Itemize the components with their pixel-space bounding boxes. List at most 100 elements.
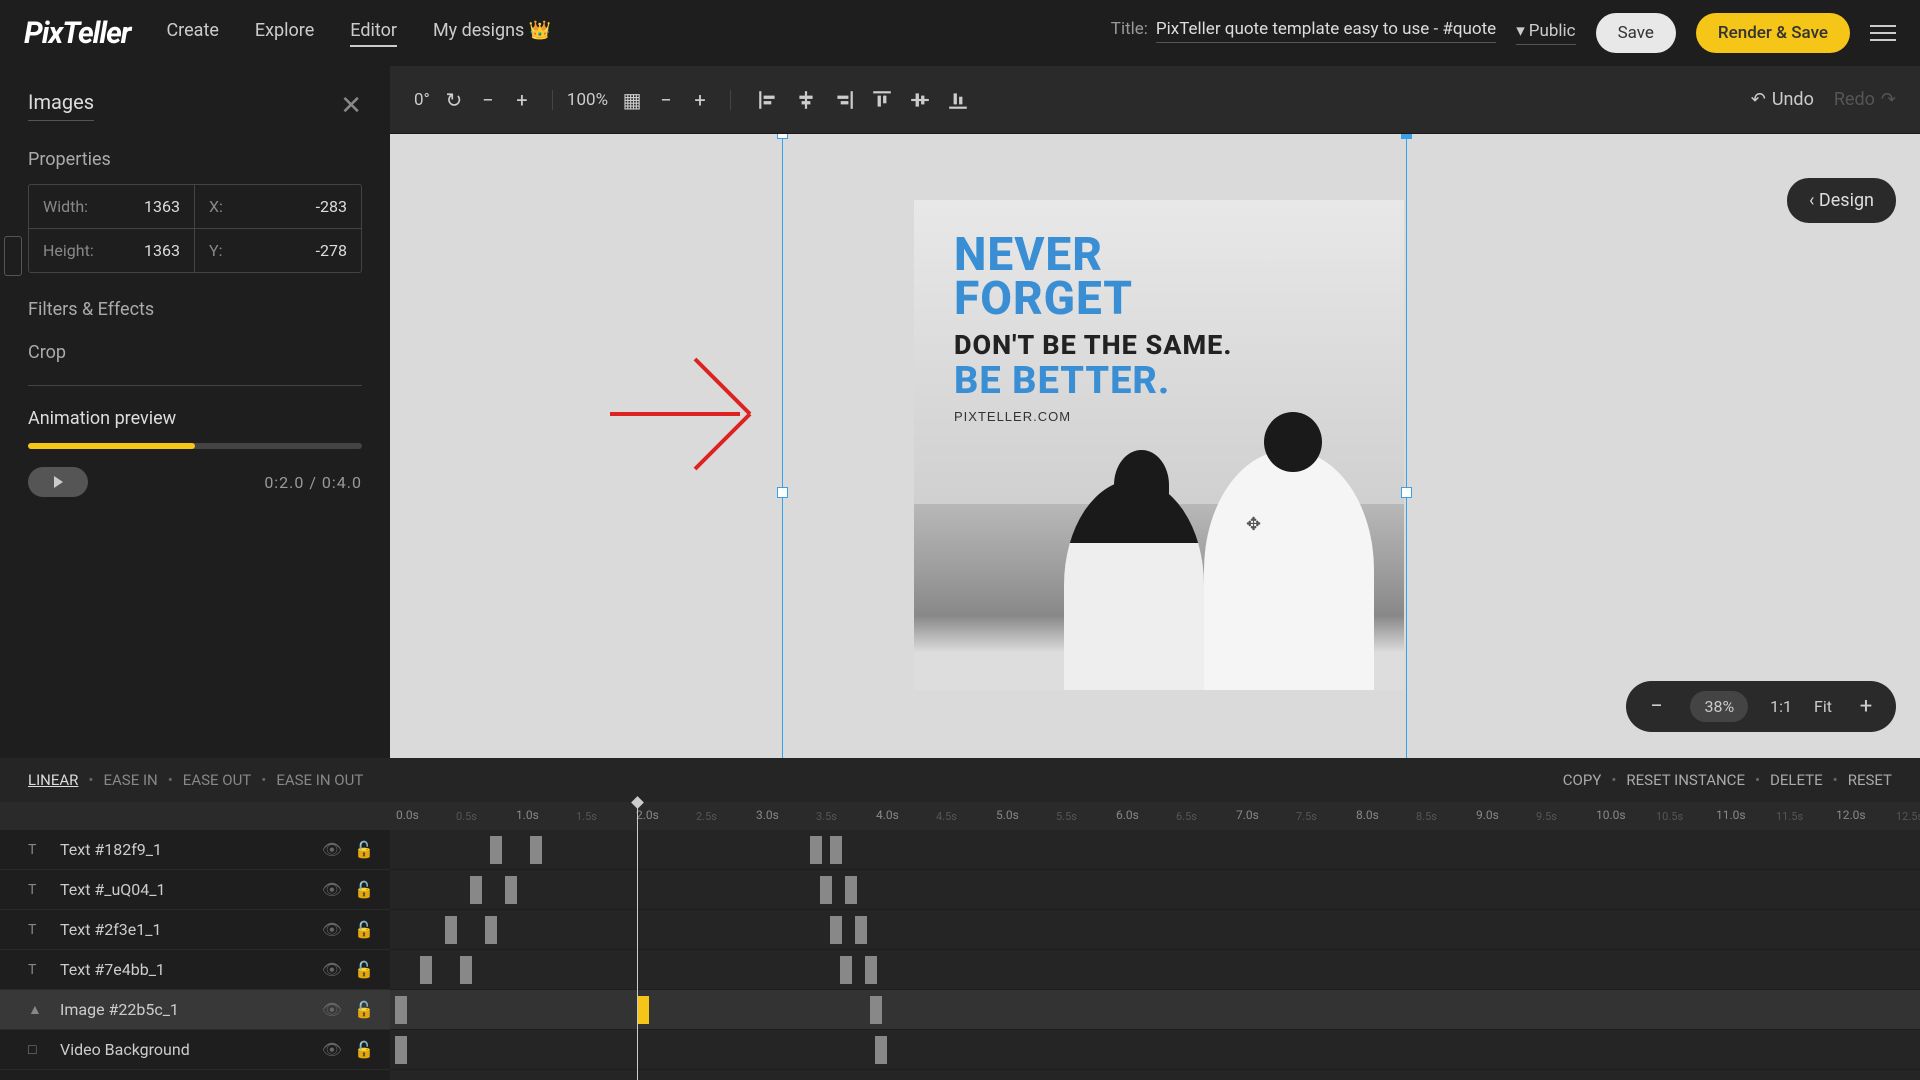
- keyframe[interactable]: [830, 836, 842, 864]
- zoom-fit-button[interactable]: Fit: [1814, 697, 1832, 716]
- layer-row[interactable]: □ Video Background 👁 🔓: [0, 1030, 390, 1070]
- render-save-button[interactable]: Render & Save: [1696, 13, 1850, 53]
- keyframe[interactable]: [830, 916, 842, 944]
- visibility-icon[interactable]: 👁: [322, 840, 342, 859]
- tl-reset-instance[interactable]: RESET INSTANCE: [1626, 771, 1745, 789]
- rotation-increase[interactable]: +: [512, 90, 532, 110]
- filters-effects-link[interactable]: Filters & Effects: [28, 299, 362, 320]
- track-row[interactable]: [390, 870, 1920, 910]
- keyframe[interactable]: [460, 956, 472, 984]
- align-left-icon[interactable]: [757, 89, 779, 111]
- hamburger-menu-icon[interactable]: [1870, 25, 1896, 41]
- zoom-out-button[interactable]: −: [1644, 695, 1668, 719]
- visibility-icon[interactable]: 👁: [322, 1000, 342, 1019]
- easing-linear[interactable]: LINEAR: [28, 771, 78, 789]
- keyframe[interactable]: [870, 996, 882, 1024]
- zoom-actual-button[interactable]: 1:1: [1770, 697, 1792, 716]
- keyframe[interactable]: [845, 876, 857, 904]
- undo-button[interactable]: ↶Undo: [1751, 89, 1814, 110]
- resize-handle-ml[interactable]: [777, 487, 788, 498]
- visibility-icon[interactable]: 👁: [322, 880, 342, 899]
- playhead[interactable]: [637, 802, 638, 1080]
- keyframe[interactable]: [820, 876, 832, 904]
- keyframe[interactable]: [840, 956, 852, 984]
- keyframe[interactable]: [637, 996, 649, 1024]
- title-input[interactable]: PixTeller quote template easy to use - #…: [1156, 19, 1496, 43]
- track-row[interactable]: [390, 950, 1920, 990]
- track-row[interactable]: [390, 830, 1920, 870]
- lock-aspect-icon[interactable]: [4, 236, 22, 276]
- keyframe[interactable]: [875, 1036, 887, 1064]
- track-row[interactable]: [390, 910, 1920, 950]
- animation-progress-bar[interactable]: [28, 443, 362, 449]
- layer-row[interactable]: T Text #_uQ04_1 👁 🔓: [0, 870, 390, 910]
- keyframe[interactable]: [395, 1036, 407, 1064]
- tl-copy[interactable]: COPY: [1563, 771, 1602, 789]
- keyframe[interactable]: [530, 836, 542, 864]
- nav-create[interactable]: Create: [166, 20, 218, 47]
- visibility-icon[interactable]: 👁: [322, 920, 342, 939]
- selection-box[interactable]: [782, 134, 1407, 758]
- x-field[interactable]: X:-283: [195, 185, 361, 229]
- keyframe[interactable]: [855, 916, 867, 944]
- nav-editor[interactable]: Editor: [350, 20, 397, 47]
- align-right-icon[interactable]: [833, 89, 855, 111]
- logo[interactable]: PixTeller: [24, 16, 130, 51]
- keyframe[interactable]: [395, 996, 407, 1024]
- save-button[interactable]: Save: [1596, 13, 1676, 53]
- resize-handle-mr[interactable]: [1401, 487, 1412, 498]
- height-field[interactable]: Height:1363: [29, 229, 195, 272]
- opacity-increase[interactable]: +: [690, 90, 710, 110]
- keyframe[interactable]: [445, 916, 457, 944]
- lock-icon[interactable]: 🔓: [354, 880, 374, 899]
- keyframe[interactable]: [865, 956, 877, 984]
- keyframe[interactable]: [505, 876, 517, 904]
- play-button[interactable]: [28, 467, 88, 497]
- visibility-icon[interactable]: 👁: [322, 1040, 342, 1059]
- redo-button[interactable]: Redo↷: [1834, 89, 1896, 110]
- visibility-dropdown[interactable]: ▾Public: [1516, 21, 1575, 45]
- nav-mydesigns[interactable]: My designs 👑: [433, 20, 551, 47]
- keyframe[interactable]: [810, 836, 822, 864]
- width-field[interactable]: Width:1363: [29, 185, 195, 229]
- align-bottom-icon[interactable]: [947, 89, 969, 111]
- visibility-icon[interactable]: 👁: [322, 960, 342, 979]
- design-mode-button[interactable]: ‹ Design: [1787, 178, 1896, 223]
- lock-icon[interactable]: 🔓: [354, 1000, 374, 1019]
- zoom-percentage[interactable]: 38%: [1690, 691, 1748, 722]
- checker-icon[interactable]: ▦: [622, 90, 642, 110]
- resize-handle-tl[interactable]: [777, 134, 788, 139]
- lock-icon[interactable]: 🔓: [354, 920, 374, 939]
- rotation-decrease[interactable]: −: [478, 90, 498, 110]
- lock-icon[interactable]: 🔓: [354, 840, 374, 859]
- lock-icon[interactable]: 🔓: [354, 1040, 374, 1059]
- track-row[interactable]: [390, 1030, 1920, 1070]
- tl-delete[interactable]: DELETE: [1770, 771, 1823, 789]
- align-top-icon[interactable]: [871, 89, 893, 111]
- y-field[interactable]: Y:-278: [195, 229, 361, 272]
- zoom-in-button[interactable]: +: [1854, 695, 1878, 719]
- keyframe[interactable]: [485, 916, 497, 944]
- layer-row[interactable]: T Text #182f9_1 👁 🔓: [0, 830, 390, 870]
- canvas-area[interactable]: NEVER FORGET DON'T BE THE SAME. BE BETTE…: [390, 134, 1920, 758]
- keyframe[interactable]: [470, 876, 482, 904]
- nav-explore[interactable]: Explore: [255, 20, 314, 47]
- track-row[interactable]: [390, 990, 1920, 1030]
- layer-row[interactable]: T Text #2f3e1_1 👁 🔓: [0, 910, 390, 950]
- keyframe[interactable]: [420, 956, 432, 984]
- resize-handle-tr[interactable]: [1401, 134, 1412, 139]
- layer-row[interactable]: ▲ Image #22b5c_1 👁 🔓: [0, 990, 390, 1030]
- timeline-ruler[interactable]: 0.0s0.5s1.0s1.5s2.0s2.5s3.0s3.5s4.0s4.5s…: [390, 802, 1920, 830]
- close-icon[interactable]: ✕: [340, 91, 362, 121]
- lock-icon[interactable]: 🔓: [354, 960, 374, 979]
- easing-easeout[interactable]: EASE OUT: [183, 771, 251, 789]
- keyframe[interactable]: [490, 836, 502, 864]
- easing-easein[interactable]: EASE IN: [103, 771, 157, 789]
- align-center-v-icon[interactable]: [909, 89, 931, 111]
- align-center-h-icon[interactable]: [795, 89, 817, 111]
- easing-easeinout[interactable]: EASE IN OUT: [276, 771, 363, 789]
- crop-link[interactable]: Crop: [28, 342, 362, 363]
- layer-row[interactable]: T Text #7e4bb_1 👁 🔓: [0, 950, 390, 990]
- rotate-icon[interactable]: ↻: [444, 90, 464, 110]
- opacity-decrease[interactable]: −: [656, 90, 676, 110]
